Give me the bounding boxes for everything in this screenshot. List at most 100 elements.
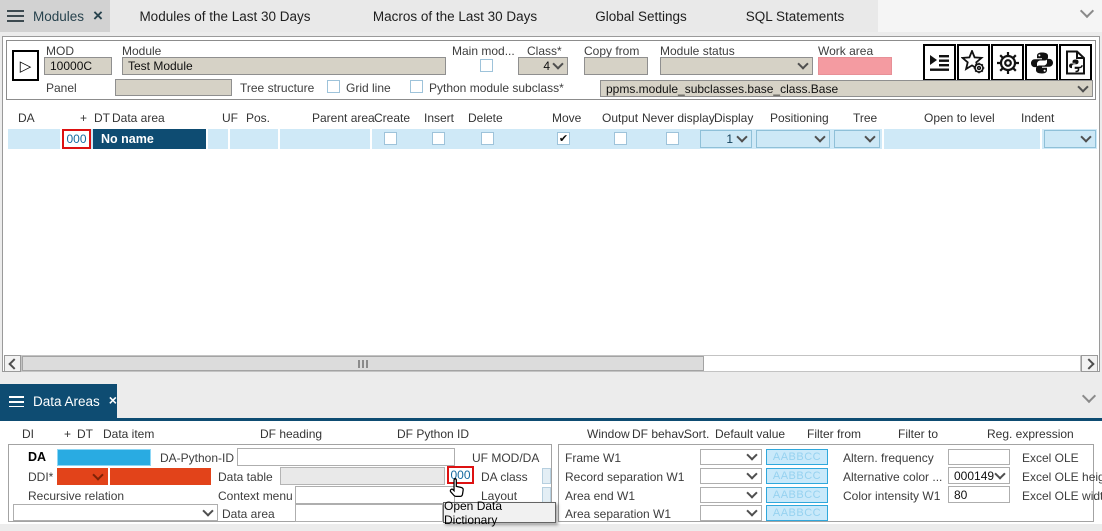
python-subclass-checkbox[interactable] <box>410 80 423 93</box>
star-gear-button[interactable] <box>957 44 990 81</box>
insert-checkbox[interactable] <box>432 132 445 145</box>
frame-w1-color-field[interactable]: AABBCC <box>766 449 828 465</box>
add-item-button[interactable]: + <box>64 427 71 441</box>
col-header-create: Create <box>374 111 410 125</box>
record-separation-w1-color-field[interactable]: AABBCC <box>766 468 828 484</box>
hamburger-icon[interactable] <box>9 396 24 407</box>
tab-data-areas[interactable]: Data Areas × <box>0 384 117 418</box>
output-checkbox[interactable] <box>614 132 627 145</box>
context-menu-label: Context menu <box>218 489 293 503</box>
chevron-down-icon <box>797 58 808 69</box>
move-checkbox[interactable]: ✔ <box>557 132 570 145</box>
chevron-down-icon <box>1077 81 1088 92</box>
panel-field[interactable] <box>115 79 232 96</box>
df-heading-field[interactable] <box>237 448 455 466</box>
chevron-down-icon <box>746 468 757 479</box>
col-header-dt: DT <box>94 111 110 125</box>
close-icon[interactable]: × <box>93 7 103 24</box>
tooltip: Open Data Dictionary <box>443 502 556 523</box>
scroll-left-button[interactable] <box>4 355 21 372</box>
ddi-field[interactable] <box>110 468 211 485</box>
record-separation-w1-dropdown[interactable] <box>700 468 762 484</box>
excel-ole-width-label: Excel OLE width <box>1022 489 1102 503</box>
col-header-uf: UF <box>222 111 238 125</box>
main-mod-label: Main mod... <box>452 44 515 58</box>
class-dropdown[interactable]: 4 <box>518 57 568 75</box>
hamburger-icon[interactable] <box>7 10 24 22</box>
dt-value: 000 <box>66 132 86 146</box>
area-separation-w1-dropdown[interactable] <box>700 505 762 521</box>
grid-line-checkbox[interactable] <box>327 80 340 93</box>
alternative-color-dropdown[interactable]: 000149 <box>948 467 1010 484</box>
mod-field[interactable]: 10000C <box>44 57 112 75</box>
delete-checkbox[interactable] <box>481 132 494 145</box>
positioning-dropdown[interactable] <box>756 130 830 148</box>
tab-sql-statements[interactable]: SQL Statements <box>712 0 878 32</box>
data-table-field[interactable] <box>280 467 445 485</box>
area-end-w1-color-field[interactable]: AABBCC <box>766 487 828 503</box>
area-end-w1-label: Area end W1 <box>565 489 635 503</box>
tab-label: Macros of the Last 30 Days <box>373 9 537 24</box>
recursive-relation-dropdown[interactable] <box>13 504 218 521</box>
scrollbar-thumb[interactable] <box>22 356 704 371</box>
area-separation-w1-color-field[interactable]: AABBCC <box>766 505 828 521</box>
excel-ole-label: Excel OLE <box>1022 451 1079 465</box>
tab-modules[interactable]: Modules × <box>0 0 110 32</box>
frame-w1-dropdown[interactable] <box>700 449 762 465</box>
dt-cell[interactable]: 000 <box>62 129 91 149</box>
uf-mod-da-label: UF MOD/DA <box>472 451 539 465</box>
module-status-dropdown[interactable] <box>660 57 813 75</box>
python-button[interactable] <box>1025 44 1058 81</box>
class-label: Class* <box>527 44 562 58</box>
area-end-w1-dropdown[interactable] <box>700 487 762 503</box>
da-field[interactable] <box>57 449 151 466</box>
col-header-reg-expression: Reg. expression <box>987 427 1074 441</box>
col-header-df-behav: DF behav. <box>632 427 686 441</box>
data-area-field[interactable] <box>295 504 443 522</box>
close-icon[interactable]: × <box>109 393 117 407</box>
chevron-down-icon <box>92 469 103 480</box>
chevron-down-icon[interactable] <box>1082 389 1096 403</box>
app-window: Modules × Modules of the Last 30 Days Ma… <box>0 0 1102 531</box>
tab-modules-last-30-days[interactable]: Modules of the Last 30 Days <box>110 0 340 32</box>
tab-global-settings[interactable]: Global Settings <box>570 0 712 32</box>
tab-macros-last-30-days[interactable]: Macros of the Last 30 Days <box>340 0 570 32</box>
settings-button[interactable] <box>991 44 1024 81</box>
run-module-button[interactable]: ▷ <box>12 50 39 81</box>
col-header-delete: Delete <box>468 111 503 125</box>
col-header-move: Move <box>552 111 581 125</box>
context-menu-field[interactable] <box>295 486 455 504</box>
create-checkbox[interactable] <box>384 132 397 145</box>
add-row-button[interactable]: + <box>80 111 87 125</box>
tab-label: Data Areas <box>33 394 100 409</box>
data-area-cell[interactable]: No name <box>93 129 206 149</box>
module-field[interactable]: Test Module <box>122 57 446 75</box>
col-header-tree: Tree <box>853 111 877 125</box>
python-file-icon <box>1065 50 1086 75</box>
tree-dropdown[interactable] <box>834 130 880 148</box>
data-area-label: Data area <box>222 507 275 521</box>
python-file-button[interactable] <box>1059 44 1092 81</box>
chevron-down-icon <box>552 58 563 69</box>
col-header-sort: Sort. <box>684 427 709 441</box>
scroll-right-button[interactable] <box>1081 355 1098 372</box>
field-value: 000149 <box>954 469 994 483</box>
altern-frequency-field[interactable] <box>948 449 1010 465</box>
color-intensity-w1-field[interactable]: 80 <box>948 486 1010 503</box>
grip-icon <box>366 360 368 368</box>
display-value: 1 <box>726 132 733 146</box>
col-header-df-python-id: DF Python ID <box>397 427 469 441</box>
col-header-filter-from: Filter from <box>807 427 861 441</box>
col-header-display: Display <box>714 111 753 125</box>
da-class-field[interactable] <box>542 468 551 484</box>
copy-from-field[interactable] <box>584 57 648 75</box>
work-area-field[interactable] <box>818 57 892 75</box>
main-mod-checkbox[interactable] <box>480 59 493 72</box>
indent-dropdown[interactable] <box>1044 130 1096 148</box>
run-list-button[interactable] <box>923 44 956 81</box>
never-display-checkbox[interactable] <box>666 132 679 145</box>
ddi-dropdown[interactable] <box>57 468 108 485</box>
display-dropdown[interactable]: 1 <box>700 130 752 148</box>
grip-icon <box>362 360 364 368</box>
python-subclass-dropdown[interactable]: ppms.module_subclasses.base_class.Base <box>600 80 1093 97</box>
